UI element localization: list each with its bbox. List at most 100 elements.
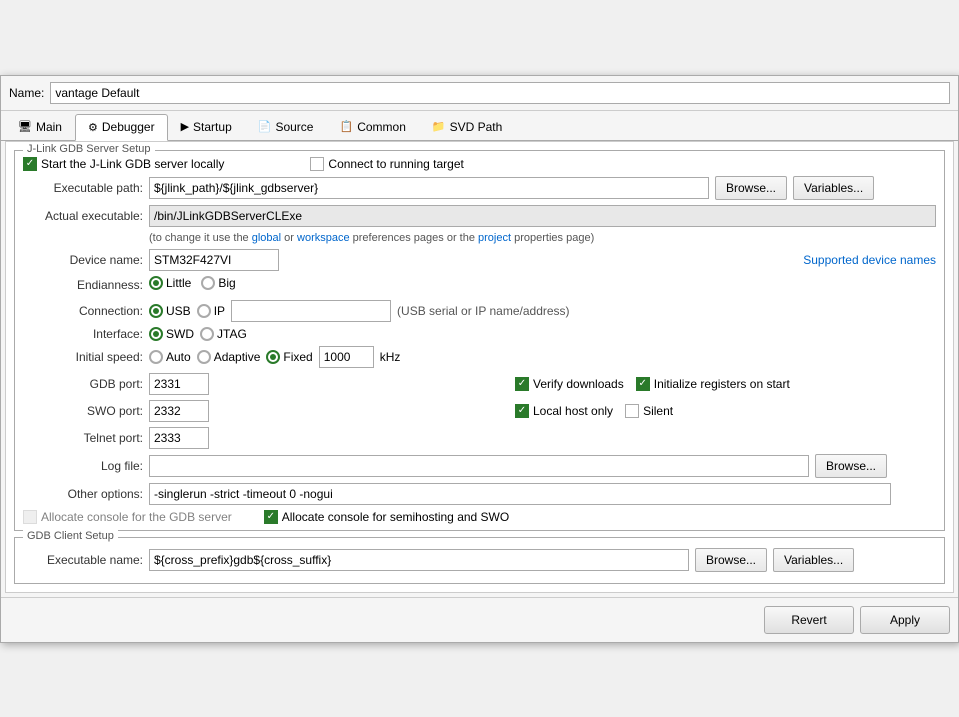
exe-path-browse-btn[interactable]: Browse... bbox=[715, 176, 787, 200]
jlink-section: J-Link GDB Server Setup Start the J-Link… bbox=[14, 150, 945, 531]
init-regs-checkbox[interactable] bbox=[636, 377, 650, 391]
interface-jtag-radio[interactable] bbox=[200, 327, 214, 341]
connect-target-checkbox[interactable] bbox=[310, 157, 324, 171]
supported-devices-link[interactable]: Supported device names bbox=[803, 253, 936, 267]
khz-label: kHz bbox=[380, 350, 401, 364]
start-server-checkbox-item[interactable]: Start the J-Link GDB server locally bbox=[23, 157, 224, 171]
local-host-checkbox[interactable] bbox=[515, 404, 529, 418]
gdb-variables-btn[interactable]: Variables... bbox=[773, 548, 854, 572]
revert-button[interactable]: Revert bbox=[764, 606, 854, 634]
main-tab-icon: 🖥 bbox=[18, 120, 32, 133]
interface-swd[interactable]: SWD bbox=[149, 327, 194, 341]
silent-item[interactable]: Silent bbox=[625, 404, 673, 418]
info-text-row: (to change it use the global or workspac… bbox=[149, 232, 936, 244]
endianness-little-radio[interactable] bbox=[149, 276, 163, 290]
verify-downloads-checkbox[interactable] bbox=[515, 377, 529, 391]
exe-path-row: Executable path: ${jlink_path}/${jlink_g… bbox=[23, 176, 936, 200]
speed-adaptive[interactable]: Adaptive bbox=[197, 350, 261, 364]
main-dialog: Name: vantage Default 🖥 Main ⚙ Debugger … bbox=[0, 75, 959, 643]
tab-debugger[interactable]: ⚙ Debugger bbox=[75, 114, 168, 141]
log-file-input[interactable] bbox=[149, 455, 809, 477]
tab-source[interactable]: 📄 Source bbox=[245, 114, 327, 140]
tab-svdpath-label: SVD Path bbox=[450, 120, 503, 134]
tab-svdpath[interactable]: 📁 SVD Path bbox=[419, 114, 515, 140]
tab-main-label: Main bbox=[36, 120, 62, 134]
allocate-console-checkbox bbox=[23, 510, 37, 524]
connection-usb-radio[interactable] bbox=[149, 304, 163, 318]
initial-speed-label: Initial speed: bbox=[23, 350, 143, 364]
swo-port-right-checks: Local host only Silent bbox=[515, 404, 673, 418]
tab-debugger-label: Debugger bbox=[102, 120, 155, 134]
allocate-console-item: Allocate console for the GDB server bbox=[23, 510, 232, 524]
exe-path-label: Executable path: bbox=[23, 181, 143, 195]
swo-port-row: SWO port: Local host only Silent bbox=[23, 400, 936, 422]
exe-path-variables-btn[interactable]: Variables... bbox=[793, 176, 874, 200]
device-name-row: Device name: Supported device names bbox=[23, 249, 936, 271]
name-row: Name: vantage Default bbox=[1, 76, 958, 111]
speed-adaptive-radio[interactable] bbox=[197, 350, 211, 364]
device-name-input[interactable] bbox=[149, 249, 279, 271]
tab-source-label: Source bbox=[275, 120, 313, 134]
other-options-label: Other options: bbox=[23, 487, 143, 501]
telnet-port-input[interactable] bbox=[149, 427, 209, 449]
connection-usb[interactable]: USB bbox=[149, 304, 191, 318]
gdb-client-title: GDB Client Setup bbox=[23, 530, 118, 542]
endianness-little[interactable]: Little bbox=[149, 276, 191, 290]
exe-name-input[interactable] bbox=[149, 549, 689, 571]
allocate-semihosting-checkbox[interactable] bbox=[264, 510, 278, 524]
swo-port-input[interactable] bbox=[149, 400, 209, 422]
device-name-label: Device name: bbox=[23, 253, 143, 267]
connection-label: Connection: bbox=[23, 304, 143, 318]
allocate-semihosting-item[interactable]: Allocate console for semihosting and SWO bbox=[264, 510, 509, 524]
startup-tab-icon: ▶ bbox=[181, 120, 189, 133]
global-link[interactable]: global bbox=[252, 232, 281, 244]
endianness-big[interactable]: Big bbox=[201, 276, 235, 290]
speed-fixed-radio[interactable] bbox=[266, 350, 280, 364]
workspace-link[interactable]: workspace bbox=[297, 232, 350, 244]
gdb-browse-btn[interactable]: Browse... bbox=[695, 548, 767, 572]
init-regs-item[interactable]: Initialize registers on start bbox=[636, 377, 790, 391]
tab-main[interactable]: 🖥 Main bbox=[5, 114, 75, 140]
tab-startup[interactable]: ▶ Startup bbox=[168, 114, 245, 140]
other-options-input[interactable] bbox=[149, 483, 891, 505]
gdb-port-row: GDB port: Verify downloads Initialize re… bbox=[23, 373, 936, 395]
speed-value-input[interactable] bbox=[319, 346, 374, 368]
svdpath-tab-icon: 📁 bbox=[432, 120, 446, 133]
apply-button[interactable]: Apply bbox=[860, 606, 950, 634]
speed-auto-radio[interactable] bbox=[149, 350, 163, 364]
initial-speed-row: Initial speed: Auto Adaptive Fixed kHz bbox=[23, 346, 936, 368]
actual-exe-label: Actual executable: bbox=[23, 209, 143, 223]
name-input[interactable]: vantage Default bbox=[50, 82, 950, 104]
local-host-item[interactable]: Local host only bbox=[515, 404, 613, 418]
actual-exe-row: Actual executable: /bin/JLinkGDBServerCL… bbox=[23, 205, 936, 227]
tab-common[interactable]: 📋 Common bbox=[326, 114, 418, 140]
verify-downloads-item[interactable]: Verify downloads bbox=[515, 377, 624, 391]
actual-exe-value: /bin/JLinkGDBServerCLExe bbox=[149, 205, 936, 227]
interface-swd-radio[interactable] bbox=[149, 327, 163, 341]
exe-name-row: Executable name: Browse... Variables... bbox=[23, 548, 936, 572]
ip-address-input[interactable] bbox=[231, 300, 391, 322]
connection-ip-radio[interactable] bbox=[197, 304, 211, 318]
exe-path-input[interactable]: ${jlink_path}/${jlink_gdbserver} bbox=[149, 177, 709, 199]
log-file-label: Log file: bbox=[23, 459, 143, 473]
silent-checkbox[interactable] bbox=[625, 404, 639, 418]
tabs-row: 🖥 Main ⚙ Debugger ▶ Startup 📄 Source 📋 C… bbox=[1, 111, 958, 141]
speed-fixed[interactable]: Fixed bbox=[266, 350, 312, 364]
connection-ip[interactable]: IP bbox=[197, 304, 225, 318]
project-link[interactable]: project bbox=[478, 232, 511, 244]
gdb-port-right-checks: Verify downloads Initialize registers on… bbox=[515, 377, 790, 391]
log-browse-btn[interactable]: Browse... bbox=[815, 454, 887, 478]
start-server-checkbox[interactable] bbox=[23, 157, 37, 171]
allocate-row: Allocate console for the GDB server Allo… bbox=[23, 510, 936, 524]
debugger-tab-icon: ⚙ bbox=[88, 121, 98, 134]
exe-name-label: Executable name: bbox=[23, 553, 143, 567]
speed-auto[interactable]: Auto bbox=[149, 350, 191, 364]
common-tab-icon: 📋 bbox=[339, 120, 353, 133]
interface-jtag[interactable]: JTAG bbox=[200, 327, 247, 341]
endianness-row: Endianness: Little Big bbox=[23, 276, 936, 295]
gdb-port-input[interactable] bbox=[149, 373, 209, 395]
endianness-big-radio[interactable] bbox=[201, 276, 215, 290]
interface-row: Interface: SWD JTAG bbox=[23, 327, 936, 341]
telnet-port-row: Telnet port: bbox=[23, 427, 936, 449]
tab-startup-label: Startup bbox=[193, 120, 232, 134]
